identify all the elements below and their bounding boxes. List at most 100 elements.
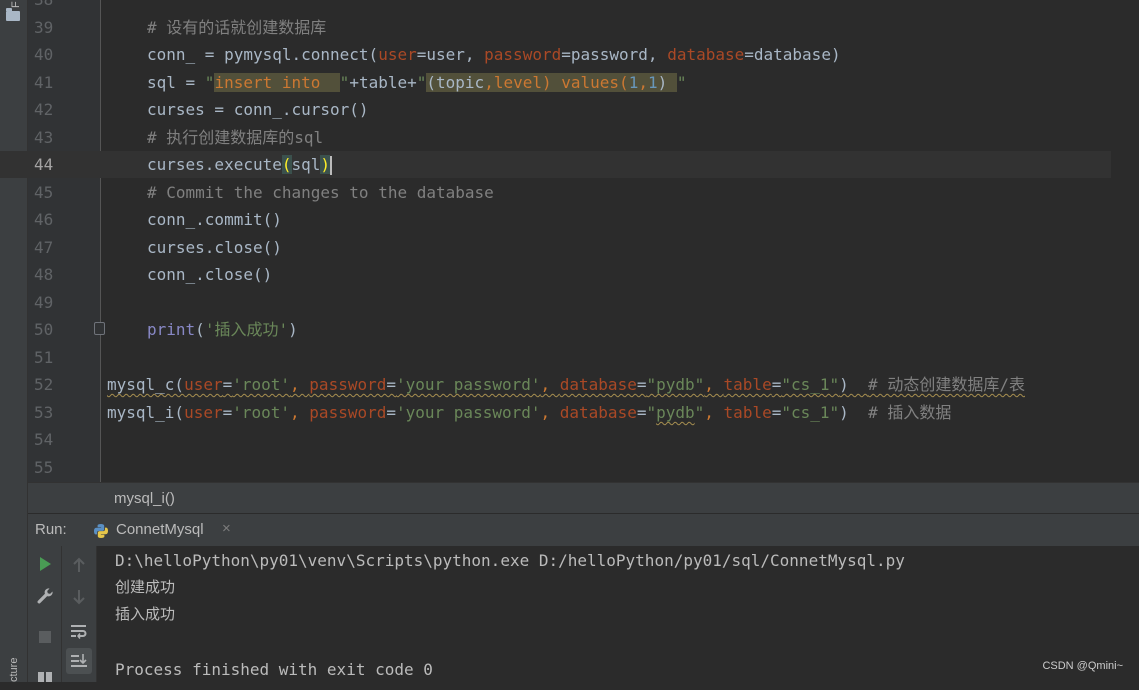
- code-text: =password,: [561, 45, 668, 64]
- string-literal: 'your password': [396, 403, 541, 422]
- code-text: =database): [744, 45, 841, 64]
- code-text: (: [195, 320, 205, 339]
- watermark: CSDN @Qmini~: [1042, 660, 1123, 672]
- run-tab-connetmysql[interactable]: ConnetMysql ×: [90, 514, 240, 547]
- code-line-current: 44 curses.execute(sql): [0, 151, 1111, 178]
- string-quote: ": [339, 73, 350, 92]
- keyword-arg: password: [309, 403, 387, 422]
- code-line: 43 # 执行创建数据库的sql: [0, 124, 1111, 151]
- code-line: 50 print('插入成功'): [0, 316, 1111, 343]
- comment: # 执行创建数据库的sql: [147, 128, 324, 147]
- code-line: 49: [0, 289, 1111, 316]
- console-line: Process finished with exit code 0: [115, 660, 433, 679]
- keyword-arg: user: [184, 403, 223, 422]
- run-label: Run:: [35, 521, 67, 538]
- line-number: 42: [34, 100, 54, 119]
- code-line: 38: [0, 0, 1111, 13]
- string-literal: 'root': [232, 403, 291, 422]
- line-number: 54: [34, 430, 54, 449]
- breadcrumb[interactable]: mysql_i(): [114, 490, 175, 507]
- fold-marker-icon[interactable]: [94, 322, 105, 335]
- keyword-arg: database: [667, 45, 745, 64]
- layout-icon[interactable]: [32, 664, 58, 690]
- line-number: 44: [34, 155, 54, 174]
- code-line: 55: [0, 454, 1111, 481]
- code-text: =user,: [416, 45, 485, 64]
- python-icon: [94, 524, 108, 538]
- line-number: 47: [34, 238, 54, 257]
- breadcrumb-bar: mysql_i(): [28, 482, 1139, 514]
- code-line: 54: [0, 426, 1111, 453]
- code-text: conn_ = pymysql.connect(: [147, 45, 379, 64]
- code-text: ): [288, 320, 298, 339]
- comment: # Commit the changes to the database: [147, 183, 494, 202]
- run-toolbar-secondary: [62, 546, 97, 682]
- code-line: 53 mysql_i(user='root', password='your pa…: [0, 399, 1111, 426]
- string-quote: ": [416, 73, 427, 92]
- run-toolbar-primary: [28, 546, 62, 682]
- stop-icon[interactable]: [32, 624, 58, 650]
- code-line: 52 mysql_c(user='root', password='your pa…: [0, 371, 1111, 398]
- code-line: 40 conn_ = pymysql.connect(user=user, pas…: [0, 41, 1111, 68]
- line-number: 38: [34, 0, 58, 13]
- code-text: +table+: [349, 73, 417, 92]
- code-text: curses.execute: [147, 155, 282, 174]
- run-panel-header: Run: ConnetMysql ×: [28, 513, 1139, 547]
- run-tab-label: ConnetMysql: [116, 521, 204, 538]
- line-number: 41: [34, 73, 54, 92]
- line-number: 48: [34, 265, 54, 284]
- code-line: 46 conn_.commit(): [0, 206, 1111, 233]
- line-number: 55: [34, 458, 54, 477]
- code-text: sql: [291, 155, 321, 174]
- function-call: mysql_i(: [107, 403, 185, 422]
- string-quote: ": [204, 73, 215, 92]
- line-number: 52: [34, 375, 54, 394]
- run-icon[interactable]: [32, 551, 58, 577]
- wrench-icon[interactable]: [32, 583, 58, 609]
- code-line: 42 curses = conn_.cursor(): [0, 96, 1111, 123]
- text-caret: [330, 156, 333, 175]
- code-line: 45 # Commit the changes to the database: [0, 179, 1111, 206]
- line-number: 49: [34, 293, 54, 312]
- down-arrow-icon[interactable]: [66, 584, 92, 610]
- line-number: 46: [34, 210, 54, 229]
- code-line: 47 curses.close(): [0, 234, 1111, 261]
- scroll-to-end-icon[interactable]: [66, 648, 92, 674]
- line-number: 40: [34, 45, 54, 64]
- matched-brace: ): [320, 155, 331, 174]
- soft-wrap-icon[interactable]: [66, 618, 92, 644]
- keyword-arg: user: [378, 45, 417, 64]
- close-icon[interactable]: ×: [222, 520, 231, 537]
- code-line: 41 sql = "insert into "+table+"(topic,lev…: [0, 69, 1111, 96]
- run-panel-body: D:\helloPython\py01\venv\Scripts\python.…: [28, 546, 1139, 682]
- code-lines: 38 39 # 设有的话就创建数据库 40 conn_ = pymysql.conn…: [0, 0, 1139, 482]
- code-line: 48 conn_.close(): [0, 261, 1111, 288]
- structure-side-tab[interactable]: cture: [8, 658, 20, 682]
- console-line: D:\helloPython\py01\venv\Scripts\python.…: [115, 551, 905, 570]
- code-text: curses.close(): [147, 238, 282, 257]
- line-number: 45: [34, 183, 54, 202]
- up-arrow-icon[interactable]: [66, 552, 92, 578]
- sql-injection-highlight: insert into: [214, 73, 340, 92]
- sql-injection-highlight: (topic,level) values(1,1): [426, 73, 677, 92]
- builtin-function: print: [147, 320, 196, 339]
- line-number: 50: [34, 320, 54, 339]
- warned-call: mysql_c(user='root', password='your pass…: [107, 375, 1025, 394]
- matched-brace: (: [281, 155, 292, 174]
- keyword-arg: database: [559, 403, 637, 422]
- line-number: 51: [34, 348, 54, 367]
- code-text: conn_.commit(): [147, 210, 282, 229]
- string-literal: '插入成功': [204, 320, 289, 339]
- comment: # 设有的话就创建数据库: [147, 18, 327, 37]
- keyword-arg: password: [484, 45, 562, 64]
- line-number: 43: [34, 128, 54, 147]
- comment: # 插入数据: [868, 403, 952, 422]
- console-output[interactable]: D:\helloPython\py01\venv\Scripts\python.…: [115, 546, 1115, 682]
- code-text: conn_.close(): [147, 265, 273, 284]
- console-line: 插入成功: [115, 605, 176, 623]
- code-text: curses = conn_.cursor(): [147, 100, 369, 119]
- code-text: sql =: [147, 73, 205, 92]
- string-quote: ": [676, 73, 687, 92]
- code-line: 39 # 设有的话就创建数据库: [0, 14, 1111, 41]
- line-number: 53: [34, 403, 54, 422]
